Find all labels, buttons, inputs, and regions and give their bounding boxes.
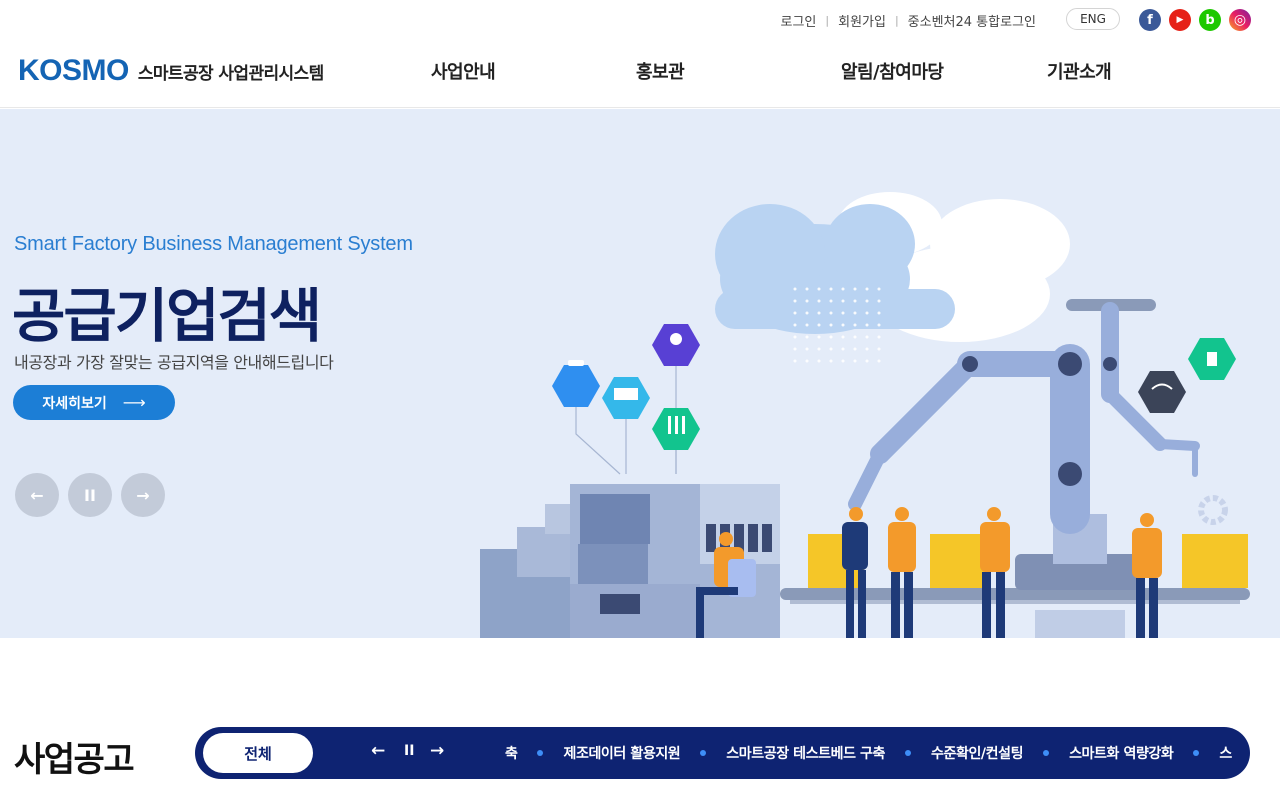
- ticker-item[interactable]: 스: [1219, 743, 1232, 763]
- bullet-dot: [700, 750, 707, 756]
- utility-bar: 로그인 | 회원가입 | 중소벤처24 통합로그인 ENG f ▶ b ◎: [0, 0, 1280, 40]
- slide-next-button[interactable]: →: [121, 473, 165, 517]
- hero-detail-label: 자세히보기: [42, 395, 107, 412]
- signup-link[interactable]: 회원가입: [838, 11, 886, 30]
- cloud-illustration: [715, 192, 1070, 342]
- arrow-right-icon: ⟶: [122, 393, 146, 412]
- hero-subtitle: Smart Factory Business Management System: [14, 233, 413, 255]
- smart-factory-illustration: [480, 192, 1250, 638]
- notice-all-button[interactable]: 전체: [203, 733, 313, 773]
- slide-prev-button[interactable]: ←: [15, 473, 59, 517]
- ticker-item[interactable]: 제조데이터 활용지원: [563, 743, 680, 763]
- ticker-item[interactable]: 스마트공장 테스트베드 구축: [726, 743, 885, 763]
- youtube-icon[interactable]: ▶: [1169, 9, 1191, 31]
- logo-text: 스마트공장 사업관리시스템: [137, 63, 324, 84]
- ticker-item[interactable]: 수준확인/컨설팅: [931, 743, 1023, 763]
- login-link[interactable]: 로그인: [781, 11, 817, 30]
- nav-business-info[interactable]: 사업안내: [431, 58, 496, 84]
- hero-title: 공급기업검색: [12, 282, 322, 350]
- utility-links: 로그인 | 회원가입 | 중소벤처24 통합로그인: [781, 11, 1037, 30]
- instagram-icon[interactable]: ◎: [1229, 9, 1251, 31]
- language-button[interactable]: ENG: [1066, 8, 1120, 30]
- notice-category-ticker: 축 제조데이터 활용지원 스마트공장 테스트베드 구축 수준확인/컨설팅 스마트…: [505, 743, 1232, 763]
- notice-pause-button[interactable]: II: [404, 743, 414, 759]
- site-header: KOSMO 스마트공장 사업관리시스템 사업안내 홍보관 알림/참여마당 기관소…: [0, 40, 1280, 108]
- robot-arm-hex-icon: [552, 365, 600, 407]
- divider: |: [825, 14, 830, 27]
- integrated-login-link[interactable]: 중소벤처24 통합로그인: [908, 11, 1036, 30]
- bullet-dot: [1043, 750, 1050, 756]
- hero-banner: Smart Factory Business Management System…: [0, 109, 1280, 638]
- bullet-dot: [1193, 750, 1200, 756]
- notice-prev-button[interactable]: ←: [371, 741, 385, 761]
- site-logo[interactable]: KOSMO 스마트공장 사업관리시스템: [18, 54, 324, 88]
- nav-pr-hall[interactable]: 홍보관: [636, 58, 685, 84]
- logo-mark: KOSMO: [18, 54, 129, 87]
- nav-about[interactable]: 기관소개: [1047, 58, 1112, 84]
- notice-next-button[interactable]: →: [430, 741, 444, 761]
- divider: |: [894, 14, 899, 27]
- hero-detail-button[interactable]: 자세히보기 ⟶: [13, 385, 175, 420]
- gear-icon: [1198, 495, 1228, 525]
- notice-section-title: 사업공고: [14, 740, 135, 780]
- ticker-item[interactable]: 스마트화 역량강화: [1069, 743, 1174, 763]
- slide-pause-button[interactable]: II: [68, 473, 112, 517]
- bullet-dot: [905, 750, 911, 756]
- ticker-item[interactable]: 축: [505, 743, 518, 763]
- notice-category-bar: 전체 ← II → 축 제조데이터 활용지원 스마트공장 테스트베드 구축 수준…: [195, 727, 1250, 779]
- bullet-dot: [537, 750, 544, 756]
- hero-description: 내공장과 가장 잘맞는 공급지역을 안내해드립니다: [14, 353, 334, 372]
- blog-icon[interactable]: b: [1199, 9, 1221, 31]
- nav-notice-participation[interactable]: 알림/참여마당: [841, 58, 944, 84]
- facebook-icon[interactable]: f: [1139, 9, 1161, 31]
- wifi-hex-icon: [1138, 371, 1186, 413]
